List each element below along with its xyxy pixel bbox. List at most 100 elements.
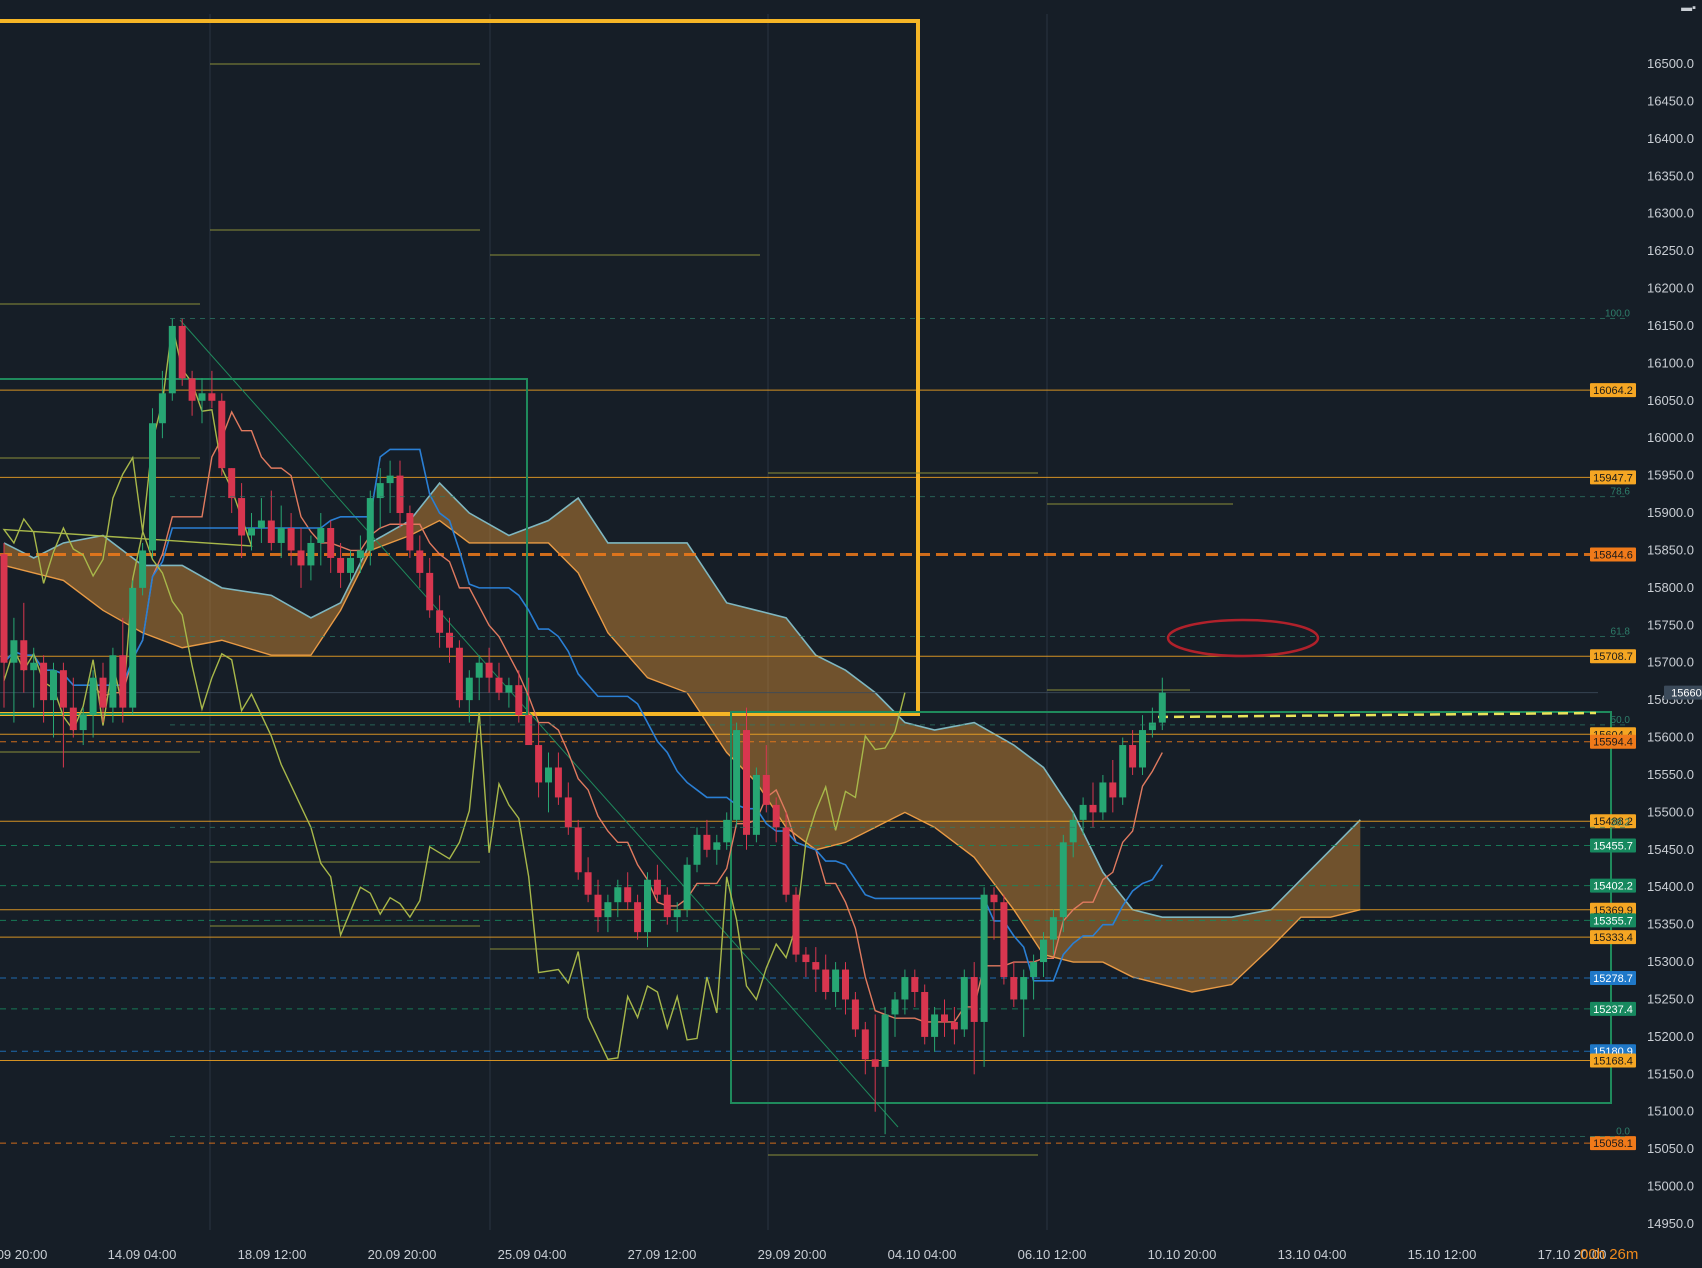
candle-body (832, 969, 840, 992)
timer-minutes: 26m (1609, 1246, 1638, 1263)
price-tick-label: 16250.0 (1647, 243, 1694, 258)
price-tag: 15168.4 (1590, 1053, 1636, 1068)
time-tick-label: 06.10 12:00 (1018, 1247, 1087, 1262)
candle-body (584, 872, 592, 895)
price-tick-label: 16200.0 (1647, 281, 1694, 296)
candle-body (376, 483, 384, 499)
candle-body (535, 745, 543, 783)
price-tick-label: 15050.0 (1647, 1141, 1694, 1156)
candle-body (99, 677, 107, 708)
candle-body (881, 1014, 889, 1067)
candle-body (653, 879, 661, 895)
price-tick-label: 15600.0 (1647, 730, 1694, 745)
candle-body (89, 677, 97, 716)
candle-body (386, 475, 394, 484)
price-tick-label: 16450.0 (1647, 93, 1694, 108)
candle-body (921, 992, 929, 1037)
price-tag-label: 15844.6 (1593, 549, 1633, 561)
candle-body (960, 977, 968, 1030)
candle-body (475, 662, 483, 678)
price-tag: 15594.4 (1590, 734, 1636, 749)
candle-body (119, 655, 127, 708)
fib-level-label: 78.6 (1611, 487, 1631, 498)
price-tick-label: 15300.0 (1647, 954, 1694, 969)
candle-body (802, 954, 810, 963)
price-chart[interactable]: 16500.0 16450.0 16400.0 16350.0 16300.0 16250… (0, 0, 1702, 1268)
candle-body (59, 670, 67, 708)
price-tag-label: 15168.4 (1593, 1056, 1633, 1068)
candle-body (446, 632, 453, 648)
price-tick-label: 15000.0 (1647, 1179, 1694, 1194)
candle-body (980, 894, 988, 1022)
candle-body (40, 662, 48, 701)
candle-body (1109, 782, 1117, 798)
candle-body (762, 774, 770, 805)
candle-body (644, 879, 651, 933)
price-tag-label: 16064.2 (1593, 385, 1633, 397)
candle-body (1158, 692, 1166, 723)
candle-body (743, 730, 750, 835)
candle-body (723, 819, 731, 843)
candle-body (782, 827, 790, 895)
candle-body (267, 520, 275, 543)
price-tag: 15355.7 (1590, 913, 1636, 928)
time-tick-label: 15.10 12:00 (1408, 1247, 1477, 1262)
price-tick-label: 16300.0 (1647, 206, 1694, 221)
candle-body (218, 400, 226, 469)
price-tick-label: 15950.0 (1647, 468, 1694, 483)
candle-body (871, 1059, 879, 1067)
candle-body (1020, 977, 1028, 1000)
fib-level-label: 38.2 (1611, 817, 1631, 828)
time-tick-label: 04.10 04:00 (888, 1247, 957, 1262)
candle-body (525, 715, 533, 746)
candle-body (1069, 819, 1077, 843)
candle-body (356, 550, 364, 558)
window-controls-icon[interactable]: ▬▪ (1681, 2, 1696, 14)
price-tag-label: 15660.1 (1671, 688, 1702, 700)
candle-body (941, 1014, 948, 1022)
candle-body (990, 894, 998, 903)
candle-body (1079, 804, 1087, 820)
price-tag: 15708.7 (1590, 649, 1636, 664)
candle-body (297, 550, 305, 566)
time-tick-label: 18.09 12:00 (238, 1247, 307, 1262)
candle-body (772, 804, 780, 828)
candle-body (0, 554, 8, 663)
candle-body (1040, 939, 1047, 963)
candle-body (168, 325, 176, 394)
candle-body (931, 1014, 939, 1037)
price-tick-label: 16050.0 (1647, 393, 1694, 408)
price-tag: 15455.7 (1590, 838, 1636, 853)
candle-body (1099, 782, 1107, 813)
candle-body (574, 827, 582, 873)
price-tag-label: 15333.4 (1593, 932, 1633, 944)
candle-body (495, 677, 503, 693)
candle-body (1129, 745, 1137, 768)
candle-body (366, 498, 374, 551)
candle-body (851, 999, 859, 1030)
time-tick-label: 27.09 12:00 (628, 1247, 697, 1262)
candle-body (545, 767, 552, 783)
price-tick-label: 14950.0 (1647, 1216, 1694, 1231)
candle-body (733, 730, 741, 820)
candle-body (624, 887, 632, 903)
candle-body (673, 909, 681, 918)
candle-body (396, 475, 404, 514)
candle-body (208, 393, 216, 401)
timer-prefix: 00h (1580, 1246, 1609, 1263)
candle-body (614, 887, 622, 903)
candle-body (911, 977, 919, 992)
price-tick-label: 15100.0 (1647, 1104, 1694, 1119)
price-tick-label: 15900.0 (1647, 505, 1694, 520)
candle-body (109, 655, 117, 708)
price-tag: 15402.2 (1590, 878, 1636, 893)
candle-body (129, 587, 137, 708)
candle-body (950, 1021, 958, 1030)
price-tag-label: 15594.4 (1593, 737, 1633, 749)
candle-body (634, 902, 642, 933)
candle-body (970, 977, 978, 1022)
candle-body (198, 393, 206, 401)
candle-body (416, 550, 424, 573)
time-tick-label: 13.10 04:00 (1278, 1247, 1347, 1262)
price-tag: 15237.4 (1590, 1001, 1636, 1016)
